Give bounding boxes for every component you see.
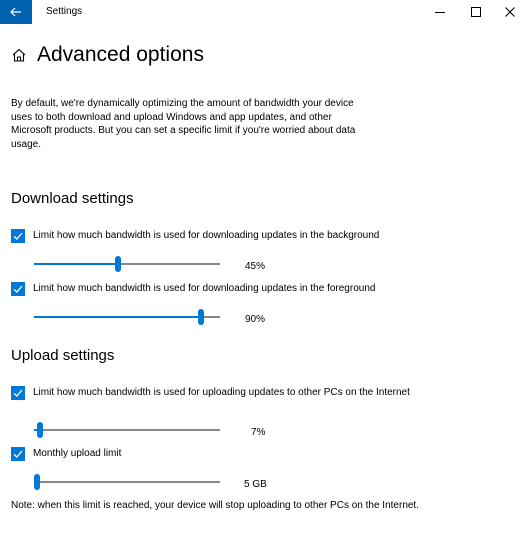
slider-track <box>34 481 220 483</box>
upload-limit-checkbox-row[interactable]: Limit how much bandwidth is used for upl… <box>11 386 411 400</box>
checkmark-icon <box>13 389 23 397</box>
monthly-upload-value: 5 GB <box>244 479 267 490</box>
slider-fill <box>34 263 118 265</box>
upload-limit-checkbox[interactable] <box>11 386 25 400</box>
upload-settings-heading: Upload settings <box>11 347 115 364</box>
checkmark-icon <box>13 450 23 458</box>
window-title: Settings <box>46 6 83 17</box>
home-icon <box>12 48 26 62</box>
download-foreground-slider[interactable] <box>34 309 220 325</box>
slider-fill <box>34 316 202 318</box>
maximize-icon <box>471 7 481 17</box>
upload-limit-note: Note: when this limit is reached, your d… <box>11 500 419 511</box>
page-header: Advanced options <box>11 42 204 68</box>
page-title: Advanced options <box>37 43 204 66</box>
download-background-checkbox-row[interactable]: Limit how much bandwidth is used for dow… <box>11 229 379 243</box>
download-background-value: 45% <box>245 261 266 272</box>
download-background-slider[interactable] <box>34 256 220 272</box>
minimize-button[interactable] <box>424 0 456 24</box>
download-foreground-label: Limit how much bandwidth is used for dow… <box>33 283 376 294</box>
download-foreground-value: 90% <box>245 314 266 325</box>
download-settings-heading: Download settings <box>11 190 134 207</box>
close-button[interactable] <box>494 0 526 24</box>
monthly-upload-checkbox[interactable] <box>11 447 25 461</box>
download-foreground-checkbox[interactable] <box>11 282 25 296</box>
slider-thumb[interactable] <box>114 256 121 272</box>
slider-track <box>34 429 220 431</box>
back-arrow-icon <box>10 7 21 17</box>
maximize-button[interactable] <box>460 0 492 24</box>
upload-limit-value: 7% <box>251 427 266 438</box>
monthly-upload-label: Monthly upload limit <box>33 448 122 459</box>
download-background-checkbox[interactable] <box>11 229 25 243</box>
upload-limit-label: Limit how much bandwidth is used for upl… <box>33 387 410 398</box>
slider-thumb[interactable] <box>198 309 205 325</box>
download-background-label: Limit how much bandwidth is used for dow… <box>33 230 380 241</box>
page-description: By default, we're dynamically optimizing… <box>11 98 356 150</box>
download-foreground-checkbox-row[interactable]: Limit how much bandwidth is used for dow… <box>11 282 375 296</box>
back-button[interactable] <box>0 0 32 24</box>
slider-thumb[interactable] <box>34 474 40 490</box>
close-icon <box>505 7 515 17</box>
title-bar: Settings <box>0 0 526 24</box>
slider-thumb[interactable] <box>36 422 43 438</box>
monthly-upload-slider[interactable] <box>34 474 220 490</box>
checkmark-icon <box>13 232 23 240</box>
minimize-icon <box>435 12 445 13</box>
monthly-upload-checkbox-row[interactable]: Monthly upload limit <box>11 447 121 461</box>
checkmark-icon <box>13 285 23 293</box>
upload-limit-slider[interactable] <box>34 422 220 438</box>
